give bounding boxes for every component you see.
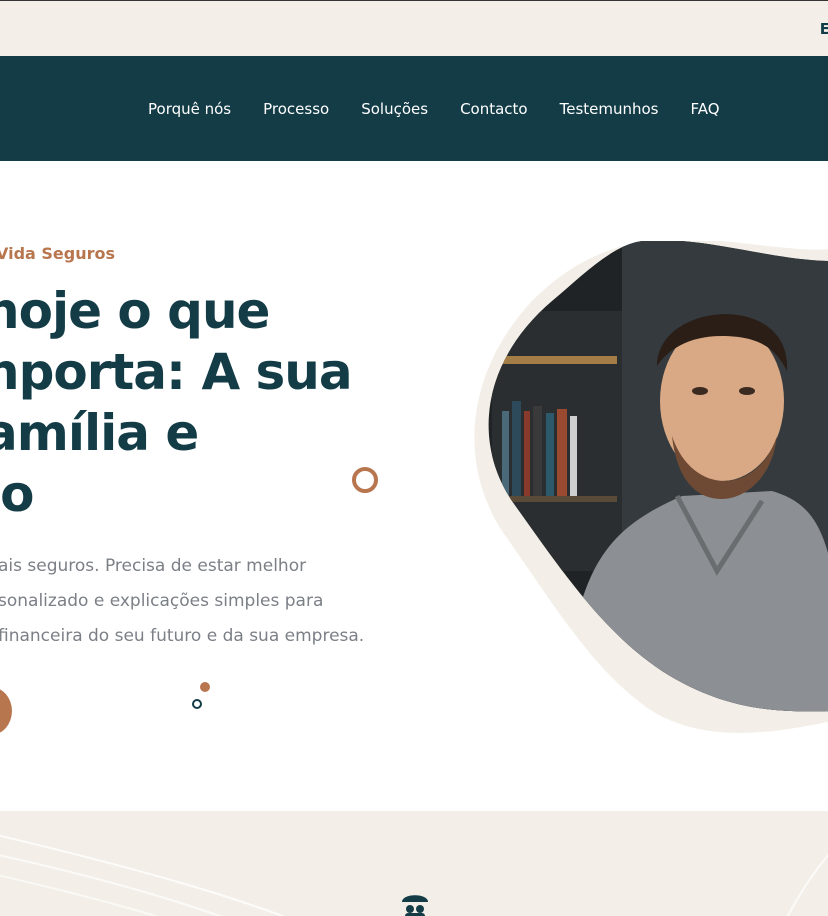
nav-item-contacto[interactable]: Contacto — [460, 100, 528, 118]
top-bar: E — [0, 1, 828, 56]
paragraph-line-1: ais seguros. Precisa de estar melhor — [0, 556, 307, 576]
headline-line-4: io — [0, 465, 35, 523]
nav-item-porque-nos[interactable]: Porquê nós — [148, 100, 231, 118]
hero-section: Vida Seguros hoje o que nporta: A sua am… — [0, 161, 828, 811]
decorative-ring — [352, 467, 378, 493]
nav-item-solucoes[interactable]: Soluções — [361, 100, 428, 118]
paragraph-line-2: sonalizado e explicações simples para — [0, 591, 324, 611]
cta-button[interactable] — [0, 687, 12, 735]
topbar-text[interactable]: E — [820, 20, 828, 38]
headline-line-1: hoje o que — [0, 282, 270, 340]
nav-item-testemunhos[interactable]: Testemunhos — [560, 100, 659, 118]
family-umbrella-icon — [402, 895, 428, 916]
hero-eyebrow: Vida Seguros — [0, 244, 116, 263]
main-navigation: Porquê nós Processo Soluções Contacto Te… — [0, 56, 828, 161]
paragraph-line-3: financeira do seu futuro e da sua empres… — [0, 626, 365, 646]
nav-item-processo[interactable]: Processo — [263, 100, 329, 118]
nav-item-faq[interactable]: FAQ — [691, 100, 720, 118]
hero-portrait-photo — [474, 241, 828, 733]
hero-headline: hoje o que nporta: A sua amília e io — [0, 281, 353, 525]
decorative-dot — [200, 682, 210, 692]
bottom-section — [0, 811, 828, 916]
headline-line-3: amília e — [0, 404, 199, 462]
decorative-ring-small — [192, 699, 202, 709]
headline-line-2: nporta: A sua — [0, 343, 353, 401]
nav-menu: Porquê nós Processo Soluções Contacto Te… — [148, 100, 752, 118]
hero-paragraph: ais seguros. Precisa de estar melhor son… — [0, 549, 378, 654]
